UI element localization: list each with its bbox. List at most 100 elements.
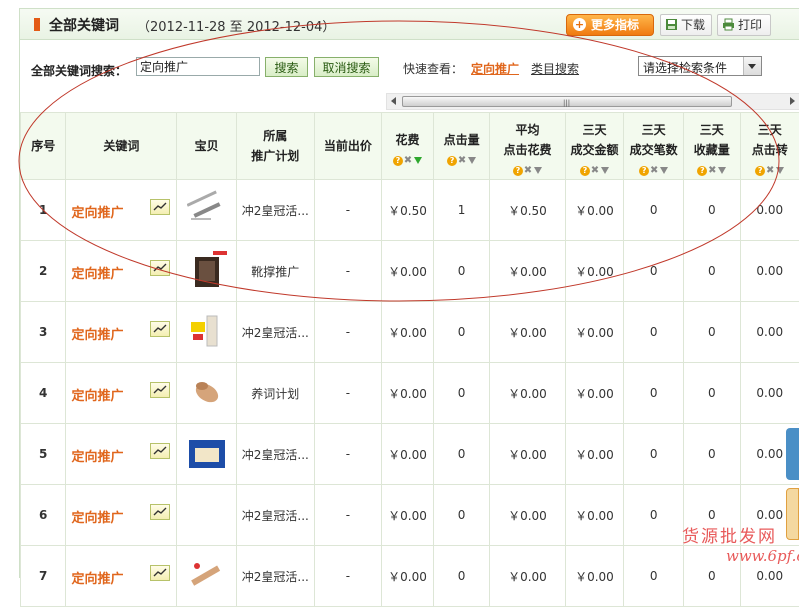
remove-icon[interactable]: ✖: [523, 161, 533, 180]
sort-icon[interactable]: [468, 157, 476, 164]
download-button[interactable]: 下载: [660, 14, 712, 36]
keyword-link[interactable]: 定向推广: [71, 324, 123, 343]
bid-cell: -: [314, 241, 382, 302]
trend-chart-icon[interactable]: [150, 504, 170, 520]
keyword-link[interactable]: 定向推广: [71, 507, 123, 526]
avg-cpc-cell: ￥0.00: [490, 241, 565, 302]
title-marker: [34, 18, 40, 31]
col-cost[interactable]: 花费?✖: [382, 113, 434, 180]
keyword-link[interactable]: 定向推广: [71, 446, 123, 465]
print-button[interactable]: 打印: [717, 14, 771, 36]
side-tab-orange[interactable]: [786, 488, 799, 540]
trend-chart-icon[interactable]: [150, 565, 170, 581]
remove-icon[interactable]: ✖: [457, 151, 467, 171]
help-icon[interactable]: ?: [755, 166, 765, 176]
plan-cell: 靴撑推广: [236, 241, 314, 302]
help-icon[interactable]: ?: [639, 166, 649, 176]
item-thumbnail[interactable]: [187, 434, 227, 474]
remove-icon[interactable]: ✖: [649, 161, 659, 180]
item-thumbnail[interactable]: [187, 373, 227, 413]
more-metrics-button[interactable]: + 更多指标: [566, 14, 654, 36]
clicks-cell: 0: [433, 546, 489, 607]
col-click-conv[interactable]: 三天点击转?✖: [740, 113, 799, 180]
sort-desc-icon[interactable]: [414, 157, 422, 164]
item-thumbnail[interactable]: [187, 495, 227, 535]
remove-icon[interactable]: ✖: [707, 161, 717, 180]
item-thumbnail[interactable]: [187, 312, 227, 352]
table-row[interactable]: 2定向推广靴撑推广-￥0.000￥0.00￥0.00000.00: [21, 241, 799, 302]
cost-cell: ￥0.00: [382, 363, 434, 424]
table-row[interactable]: 1定向推广冲2皇冠活...-￥0.501￥0.50￥0.00000.00: [21, 180, 799, 241]
table-row[interactable]: 5定向推广冲2皇冠活...-￥0.000￥0.00￥0.00000.00: [21, 424, 799, 485]
help-icon[interactable]: ?: [393, 156, 403, 166]
sort-icon[interactable]: [776, 167, 784, 174]
scroll-left-icon[interactable]: [391, 97, 396, 105]
item-thumbnail[interactable]: [187, 190, 227, 230]
cancel-search-button[interactable]: 取消搜索: [314, 57, 379, 77]
avg-cpc-cell: ￥0.00: [490, 546, 565, 607]
table-row[interactable]: 7定向推广冲2皇冠活...-￥0.000￥0.00￥0.00000.00: [21, 546, 799, 607]
remove-icon[interactable]: ✖: [403, 151, 413, 171]
sort-icon[interactable]: [534, 167, 542, 174]
orders-cell: 0: [624, 363, 684, 424]
keyword-cell: 定向推广: [66, 241, 177, 302]
quick-view-targeted-link[interactable]: 定向推广: [471, 60, 519, 77]
orders-cell: 0: [624, 546, 684, 607]
trend-chart-icon[interactable]: [150, 199, 170, 215]
orders-cell: 0: [624, 485, 684, 546]
click-conv-cell: 0.00: [740, 363, 799, 424]
bid-cell: -: [314, 302, 382, 363]
avg-cpc-cell: ￥0.50: [490, 180, 565, 241]
col-index: 序号: [21, 113, 66, 180]
col-item: 宝贝: [177, 113, 237, 180]
sort-icon[interactable]: [601, 167, 609, 174]
help-icon[interactable]: ?: [447, 156, 457, 166]
col-gmv[interactable]: 三天成交金额?✖: [565, 113, 624, 180]
watermark-text: 货源批发网: [682, 522, 777, 547]
horizontal-scrollbar[interactable]: |||: [386, 93, 799, 110]
table-row[interactable]: 3定向推广冲2皇冠活...-￥0.000￥0.00￥0.00000.00: [21, 302, 799, 363]
sort-icon[interactable]: [718, 167, 726, 174]
remove-icon[interactable]: ✖: [765, 161, 775, 180]
trend-chart-icon[interactable]: [150, 260, 170, 276]
trend-chart-icon[interactable]: [150, 382, 170, 398]
item-thumbnail[interactable]: [187, 251, 227, 291]
gmv-cell: ￥0.00: [565, 424, 624, 485]
item-thumbnail[interactable]: [187, 556, 227, 596]
favs-cell: 0: [684, 180, 740, 241]
search-label: 全部关键词搜索：: [31, 62, 127, 79]
help-icon[interactable]: ?: [513, 166, 523, 176]
table-header-row: 序号 关键词 宝贝 所属推广计划 当前出价 花费?✖ 点击量?✖ 平均点击花费?…: [21, 113, 799, 180]
keyword-search-input[interactable]: [136, 57, 260, 76]
help-icon[interactable]: ?: [697, 166, 707, 176]
side-tab-blue[interactable]: [786, 428, 799, 480]
category-search-link[interactable]: 类目搜索: [531, 60, 579, 77]
scrollbar-thumb[interactable]: |||: [402, 96, 732, 107]
col-clicks[interactable]: 点击量?✖: [433, 113, 489, 180]
col-favs[interactable]: 三天收藏量?✖: [684, 113, 740, 180]
chevron-down-icon[interactable]: [743, 57, 761, 75]
keyword-cell: 定向推广: [66, 424, 177, 485]
search-button[interactable]: 搜索: [265, 57, 308, 77]
gmv-cell: ￥0.00: [565, 363, 624, 424]
sort-icon[interactable]: [660, 167, 668, 174]
keyword-link[interactable]: 定向推广: [71, 263, 123, 282]
trend-chart-icon[interactable]: [150, 321, 170, 337]
keyword-link[interactable]: 定向推广: [71, 385, 123, 404]
orders-cell: 0: [624, 241, 684, 302]
col-avg-cpc[interactable]: 平均点击花费?✖: [490, 113, 565, 180]
filter-select[interactable]: 请选择检索条件: [638, 56, 762, 76]
avg-cpc-cell: ￥0.00: [490, 363, 565, 424]
keyword-link[interactable]: 定向推广: [71, 202, 123, 221]
table-row[interactable]: 4定向推广养词计划-￥0.000￥0.00￥0.00000.00: [21, 363, 799, 424]
scroll-right-icon[interactable]: [790, 97, 795, 105]
col-orders[interactable]: 三天成交笔数?✖: [624, 113, 684, 180]
item-thumbnail-cell: [177, 363, 237, 424]
search-bar: 全部关键词搜索： 搜索 取消搜索 快速查看： 定向推广 类目搜索 请选择检索条件: [20, 56, 799, 82]
cost-cell: ￥0.00: [382, 546, 434, 607]
help-icon[interactable]: ?: [580, 166, 590, 176]
row-index: 3: [21, 302, 66, 363]
quick-view-label: 快速查看：: [403, 60, 463, 77]
trend-chart-icon[interactable]: [150, 443, 170, 459]
remove-icon[interactable]: ✖: [590, 161, 600, 180]
